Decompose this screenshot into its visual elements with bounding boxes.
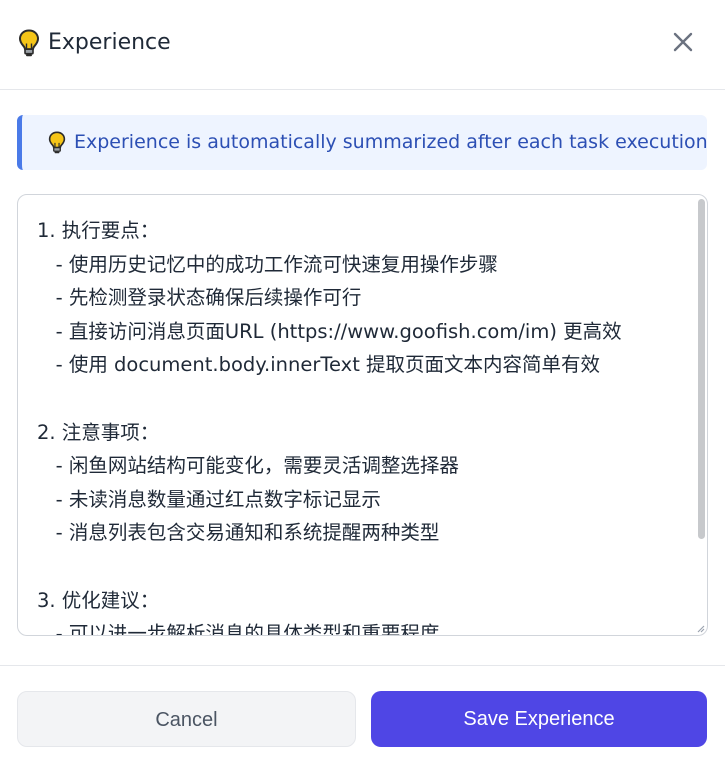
info-banner-text: Experience is automatically summarized a… [74,131,708,153]
save-experience-button[interactable]: Save Experience [371,691,707,747]
cancel-button[interactable]: Cancel [17,691,356,747]
close-button[interactable] [666,25,700,59]
experience-dialog: Experience Experience is automatically s… [0,0,725,771]
info-banner: Experience is automatically summarized a… [17,115,708,170]
resize-handle-icon[interactable] [695,623,705,633]
dialog-footer: Cancel Save Experience [0,665,725,771]
lightbulb-icon [48,131,66,154]
dialog-title: Experience [48,30,171,55]
close-icon [673,32,693,52]
experience-text[interactable]: 1. 执行要点： - 使用历史记忆中的成功工作流可快速复用操作步骤 - 先检测登… [37,214,687,635]
dialog-header: Experience [0,0,725,90]
experience-textarea[interactable]: 1. 执行要点： - 使用历史记忆中的成功工作流可快速复用操作步骤 - 先检测登… [17,194,708,636]
textarea-scrollbar[interactable] [698,199,705,539]
lightbulb-icon [19,29,39,57]
